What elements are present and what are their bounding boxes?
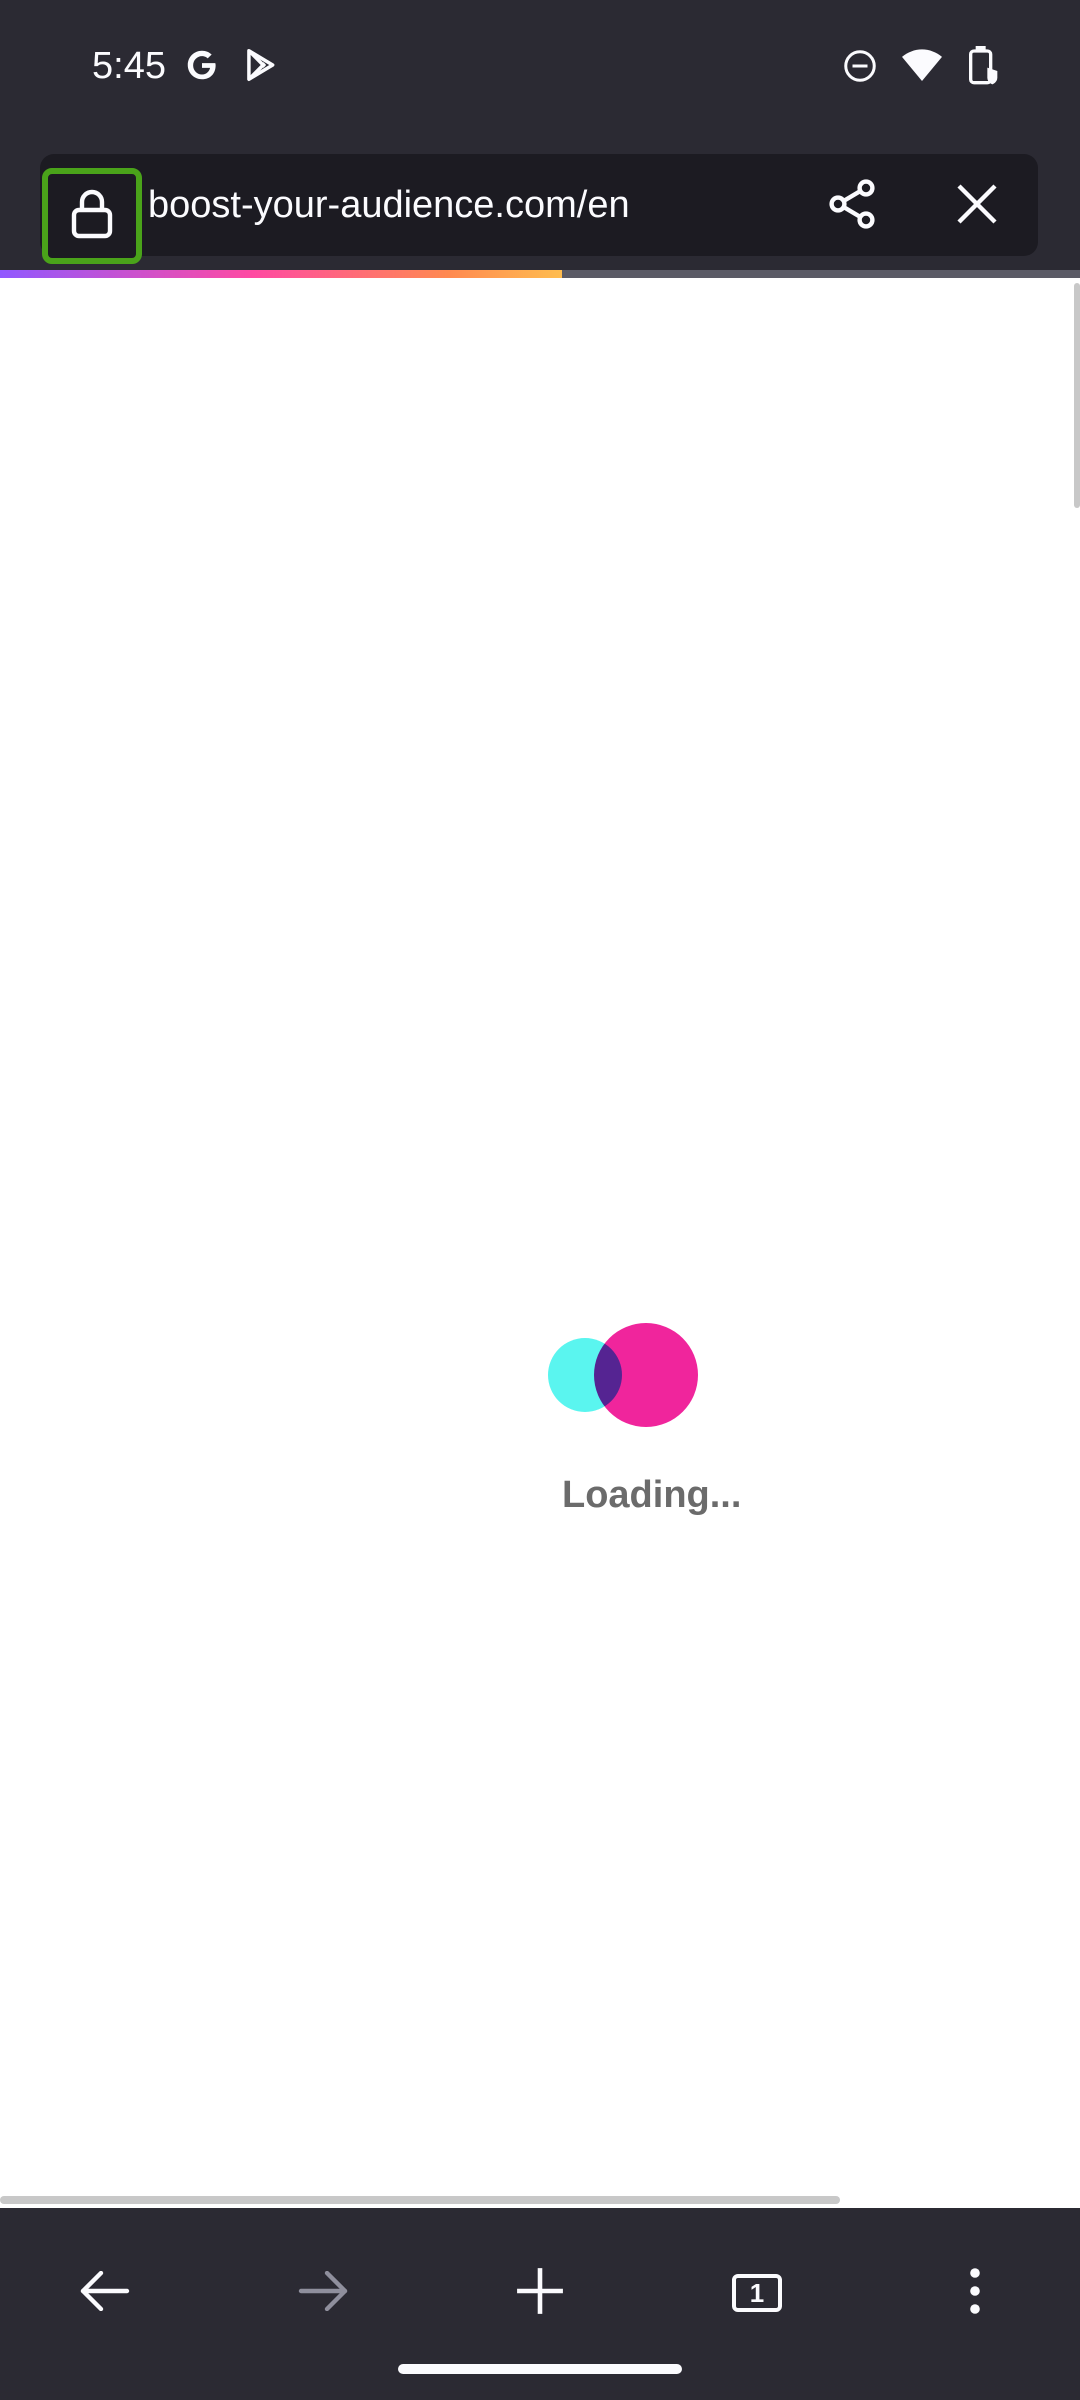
plus-icon — [515, 2266, 565, 2321]
loading-text: Loading... — [562, 1474, 742, 1516]
do-not-disturb-icon — [842, 48, 878, 89]
close-icon — [953, 180, 1001, 233]
vertical-scrollbar[interactable] — [1074, 283, 1080, 508]
play-store-icon — [241, 46, 279, 89]
more-vert-icon — [969, 2266, 981, 2321]
close-button[interactable] — [945, 174, 1009, 238]
tabs-button[interactable]: 1 — [712, 2248, 802, 2338]
loading-spinner — [548, 1323, 698, 1427]
wifi-icon — [902, 49, 942, 88]
back-button[interactable] — [60, 2248, 150, 2338]
forward-button[interactable] — [278, 2248, 368, 2338]
page-load-progress — [0, 270, 1080, 278]
status-right-icons — [842, 46, 1002, 91]
tab-counter: 1 — [732, 2274, 782, 2312]
google-g-icon — [183, 46, 221, 89]
lock-icon — [70, 188, 114, 245]
web-content[interactable] — [0, 278, 1080, 2208]
bottom-navigation-bar: 1 — [0, 2208, 1080, 2400]
home-indicator[interactable] — [398, 2364, 682, 2374]
status-bar: 5:45 — [0, 0, 1080, 140]
status-left-icons — [183, 46, 279, 89]
share-button[interactable] — [820, 174, 884, 238]
menu-button[interactable] — [930, 2248, 1020, 2338]
battery-saver-icon — [966, 46, 1002, 91]
page-load-progress-fill — [0, 270, 562, 278]
share-icon — [826, 178, 878, 235]
back-arrow-icon — [79, 2270, 131, 2316]
url-text[interactable]: boost-your-audience.com/en — [148, 180, 630, 230]
loader-pink-circle — [594, 1323, 698, 1427]
url-bar[interactable]: boost-your-audience.com/en — [40, 154, 1038, 264]
browser-toolbar: boost-your-audience.com/en — [0, 140, 1080, 270]
site-security-button[interactable] — [42, 168, 142, 264]
forward-arrow-icon — [297, 2270, 349, 2316]
horizontal-scrollbar[interactable] — [0, 2196, 840, 2204]
status-time: 5:45 — [92, 45, 166, 87]
new-tab-button[interactable] — [495, 2248, 585, 2338]
